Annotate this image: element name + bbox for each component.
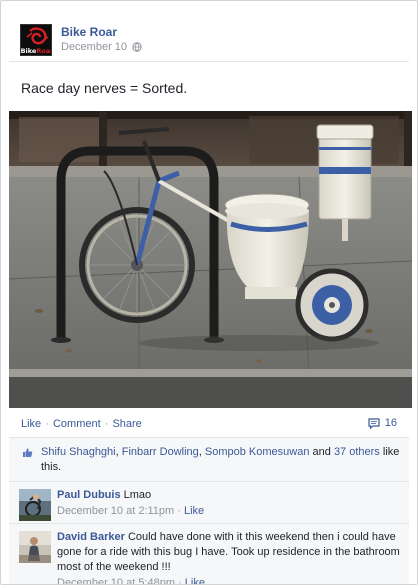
action-separator: · (42, 418, 52, 430)
comment-link[interactable]: Comment (53, 418, 101, 430)
comment-author-link[interactable]: David Barker (57, 531, 125, 543)
liker-name-link[interactable]: Finbarr Dowling (122, 446, 199, 458)
post-card: BikeRoar Bike Roar December 10 Race day … (0, 0, 418, 585)
post-message: Race day nerves = Sorted. (21, 80, 188, 96)
post-timestamp[interactable]: December 10 (61, 41, 142, 53)
globe-icon (132, 42, 142, 52)
comment-timestamp[interactable]: December 10 at 2:11pm (57, 505, 174, 517)
bike-toilet-photo (9, 111, 412, 408)
page-avatar[interactable]: BikeRoar (20, 24, 52, 56)
post-photo[interactable] (9, 111, 412, 408)
share-link[interactable]: Share (112, 418, 141, 430)
post-actions: Like · Comment · Share (21, 418, 142, 430)
comment-author-link[interactable]: Paul Dubuis (57, 489, 121, 501)
thumbs-up-icon (23, 448, 33, 457)
comment-meta: December 10 at 2:11pm · Like (57, 505, 205, 517)
likes-and-text: and (309, 446, 334, 458)
avatar[interactable] (19, 489, 51, 521)
comment-count-number[interactable]: 16 (385, 417, 397, 429)
liker-name-link[interactable]: Sompob Komesuwan (205, 446, 310, 458)
comment-like-link[interactable]: Like (185, 577, 205, 584)
svg-text:BikeRoar: BikeRoar (21, 47, 52, 55)
likes-and-comments: Shifu Shaghghi, Finbarr Dowling, Sompob … (9, 437, 409, 584)
action-separator: · (101, 418, 112, 430)
comment-text: Lmao (123, 489, 152, 501)
page-name-link[interactable]: Bike Roar (61, 25, 117, 39)
header-divider (9, 61, 409, 62)
others-like-link[interactable]: 37 others (334, 446, 380, 458)
liker-name-link[interactable]: Shifu Shaghghi (41, 446, 116, 458)
avatar[interactable] (19, 531, 51, 563)
comment-item: David Barker Could have done with it thi… (9, 523, 409, 584)
bike-roar-logo-icon: BikeRoar (21, 25, 52, 55)
comment-bubble-icon (368, 417, 380, 429)
comment-like-link[interactable]: Like (184, 505, 204, 517)
comment-timestamp[interactable]: December 10 at 5:48pm (57, 577, 175, 584)
likes-summary: Shifu Shaghghi, Finbarr Dowling, Sompob … (9, 438, 409, 481)
comment-item: Paul Dubuis Lmao December 10 at 2:11pm ·… (9, 481, 409, 523)
commenter-photo (19, 531, 51, 563)
commenter-photo (19, 489, 51, 521)
like-link[interactable]: Like (21, 418, 41, 430)
post-header: BikeRoar Bike Roar December 10 (20, 22, 400, 62)
comment-meta: December 10 at 5:48pm · Like (57, 576, 401, 584)
post-date-text[interactable]: December 10 (61, 41, 127, 53)
comment-count[interactable]: 16 (368, 417, 397, 429)
